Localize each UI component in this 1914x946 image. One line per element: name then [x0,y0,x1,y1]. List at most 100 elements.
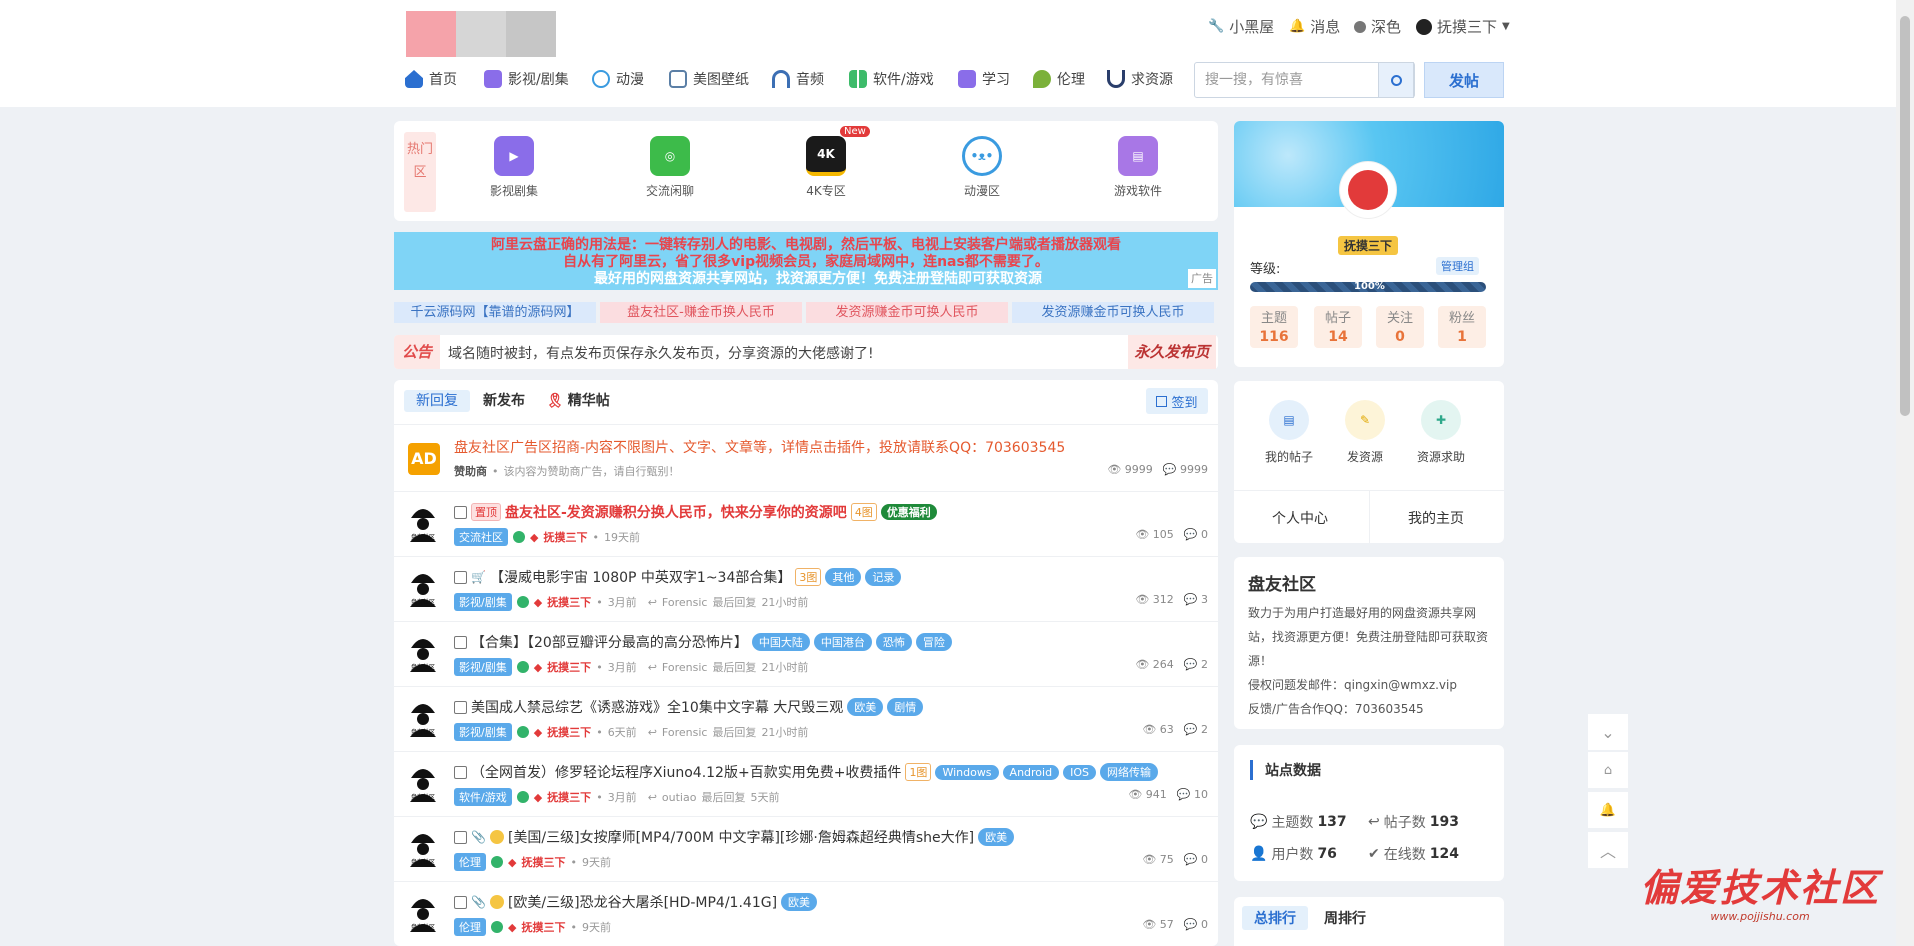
thread-tag[interactable]: 剧情 [887,698,924,716]
last-reply-user[interactable]: outiao [662,791,697,804]
hot-item-4k[interactable]: 4K New 4K专区 [776,126,876,199]
avatar[interactable]: 盘友社区 [408,634,438,672]
stat-fans[interactable]: 粉丝 1 [1438,306,1486,348]
chip-link-3[interactable]: 发资源赚金币可换人民币 [806,302,1008,323]
nav-software[interactable]: 软件/游戏 [849,69,934,89]
thread-title-line[interactable]: 【合集】【20部豆瓣评分最高的高分恐怖片】 中国大陆 中国港台 恐怖 冒险 [454,632,952,652]
scrollbar-track[interactable] [1896,0,1914,946]
tab-new-reply[interactable]: 新回复 [404,390,470,412]
thread-tag[interactable]: Android [1002,764,1060,780]
thread-title[interactable]: 【合集】【20部豆瓣评分最高的高分恐怖片】 [471,632,748,652]
thread-title[interactable]: [美国/三级]女按摩师[MP4/700M 中文字幕][珍娜·詹姆森超经典情she… [508,827,974,847]
hot-item-video[interactable]: ▶ 影视剧集 [464,136,564,199]
nav-home[interactable]: 首页 [405,69,457,89]
author-name[interactable]: 抚摸三下 [547,594,591,610]
topbar-user-menu[interactable]: 抚摸三下 ▼ [1416,16,1510,37]
avatar[interactable]: 盘友社区 [408,894,438,932]
quick-my-posts[interactable]: ▤ 我的帖子 [1256,400,1322,465]
topbar-dark-mode[interactable]: 深色 [1354,16,1401,37]
forever-link[interactable]: 永久发布页 [1128,335,1216,369]
user-center-link[interactable]: 个人中心 [1272,508,1328,528]
select-checkbox[interactable] [454,765,467,779]
thread-tag[interactable]: 记录 [865,568,902,586]
tab-new-post[interactable]: 新发布 [483,390,525,412]
table-row[interactable]: 盘友社区 📎 [欧美/三级]恐龙谷大屠杀[HD-MP4/1.41G] 欧美 伦理 ◆ 抚摸三… [394,881,1218,946]
author-name[interactable]: 抚摸三下 [543,529,587,545]
select-checkbox[interactable] [454,570,467,584]
ad-row[interactable]: AD 盘友社区广告区招商-内容不限图片、文字、文章等，详情点击插件，投放请联系Q… [394,424,1218,491]
thread-title-line[interactable]: 📎 [欧美/三级]恐龙谷大屠杀[HD-MP4/1.41G] 欧美 [454,892,818,912]
search-button[interactable] [1378,62,1414,98]
category-tag[interactable]: 软件/游戏 [454,788,512,806]
profile-avatar[interactable] [1340,162,1396,218]
float-home-button[interactable]: ⌂ [1588,752,1628,788]
thread-tag[interactable]: 欧美 [978,828,1015,846]
thread-title[interactable]: 盘友社区-发资源赚积分换人民币，快来分享你的资源吧 [505,502,847,522]
thread-tag[interactable]: 其他 [825,568,862,586]
hot-item-games[interactable]: ▤ 游戏软件 [1088,136,1188,199]
thread-tag[interactable]: 中国大陆 [751,633,810,651]
thread-title-line[interactable]: 📎 [美国/三级]女按摩师[MP4/700M 中文字幕][珍娜·詹姆森超经典情sh… [454,827,1015,847]
last-reply-user[interactable]: Forensic [662,596,708,609]
table-row[interactable]: 盘友社区 🛒 【漫威电影宇宙 1080P 中英双字1~34部合集】 3图 其他 记录 影视/… [394,556,1218,621]
special-tag[interactable]: 优惠福利 [880,504,937,520]
chip-link-4[interactable]: 发资源赚金币可换人民币 [1012,302,1214,323]
chip-link-2[interactable]: 盘友社区-赚金币换人民币 [600,302,802,323]
thread-tag[interactable]: IOS [1063,764,1096,780]
nav-audio[interactable]: 音频 [772,69,824,89]
table-row[interactable]: 盘友社区 📎 [美国/三级]女按摩师[MP4/700M 中文字幕][珍娜·詹姆森超经… [394,816,1218,881]
category-tag[interactable]: 影视/剧集 [454,593,512,611]
quick-request-help[interactable]: ✚ 资源求助 [1408,400,1474,465]
category-tag[interactable]: 影视/剧集 [454,723,512,741]
nav-anime[interactable]: 动漫 [592,69,644,89]
thread-title[interactable]: [欧美/三级]恐龙谷大屠杀[HD-MP4/1.41G] [508,892,777,912]
chip-link-1[interactable]: 千云源码网【靠谱的源码网】 [394,302,596,323]
select-checkbox[interactable] [454,700,467,714]
ad-banner[interactable]: 阿里云盘正确的用法是：一键转存别人的电影、电视剧，然后平板、电视上安装客户端或者… [394,232,1218,290]
stat-topics[interactable]: 主题 116 [1250,306,1298,348]
nav-wallpaper[interactable]: 美图壁纸 [669,69,749,89]
nav-study[interactable]: 学习 [958,69,1010,89]
select-checkbox[interactable] [454,505,467,519]
avatar[interactable]: 盘友社区 [408,829,438,867]
table-row[interactable]: 盘友社区 （全网首发）修罗轻论坛程序Xiuno4.12版+百款实用免费+收费插件 1… [394,751,1218,816]
last-reply-user[interactable]: Forensic [662,726,708,739]
category-tag[interactable]: 交流社区 [454,528,508,546]
my-homepage-link[interactable]: 我的主页 [1408,508,1464,528]
select-checkbox[interactable] [454,895,467,909]
quick-post-resource[interactable]: ✎ 发资源 [1332,400,1398,465]
avatar[interactable]: 盘友社区 [408,699,438,737]
thread-tag[interactable]: 欧美 [847,698,884,716]
table-row[interactable]: 盘友社区 置顶 盘友社区-发资源赚积分换人民币，快来分享你的资源吧 4图 优惠福利 交流社… [394,491,1218,556]
table-row[interactable]: 盘友社区 【合集】【20部豆瓣评分最高的高分恐怖片】 中国大陆 中国港台 恐怖 冒险 影视/… [394,621,1218,686]
scrollbar-thumb[interactable] [1900,16,1910,416]
category-tag[interactable]: 伦理 [454,853,486,871]
thread-title[interactable]: （全网首发）修罗轻论坛程序Xiuno4.12版+百款实用免费+收费插件 [471,762,901,782]
nav-video[interactable]: 影视/剧集 [484,69,569,89]
thread-tag[interactable]: 网络传输 [1099,763,1158,781]
author-name[interactable]: 抚摸三下 [547,659,591,675]
float-service-button[interactable]: 🔔 [1588,792,1628,828]
nav-request[interactable]: 求资源 [1107,69,1173,89]
thread-title-line[interactable]: 美国成人禁忌综艺《诱惑游戏》全10集中文字幕 大尺毁三观 欧美 剧情 [454,697,924,717]
tab-total-rank[interactable]: 总排行 [1242,906,1308,930]
avatar[interactable]: 盘友社区 [408,569,438,607]
thread-title-line[interactable]: 置顶 盘友社区-发资源赚积分换人民币，快来分享你的资源吧 4图 优惠福利 [454,502,937,522]
select-checkbox[interactable] [454,635,467,649]
table-row[interactable]: 盘友社区 美国成人禁忌综艺《诱惑游戏》全10集中文字幕 大尺毁三观 欧美 剧情 影视/剧… [394,686,1218,751]
thread-tag[interactable]: Windows [935,764,999,780]
thread-title-line[interactable]: （全网首发）修罗轻论坛程序Xiuno4.12版+百款实用免费+收费插件 1图 Win… [454,762,1158,782]
thread-tag[interactable]: 恐怖 [875,633,912,651]
author-name[interactable]: 抚摸三下 [547,724,591,740]
category-tag[interactable]: 影视/剧集 [454,658,512,676]
author-name[interactable]: 抚摸三下 [521,919,565,935]
stat-posts[interactable]: 帖子 14 [1314,306,1362,348]
tab-week-rank[interactable]: 周排行 [1324,908,1366,928]
thread-title-line[interactable]: 🛒 【漫威电影宇宙 1080P 中英双字1~34部合集】 3图 其他 记录 [454,567,902,587]
author-name[interactable]: 抚摸三下 [521,854,565,870]
hot-item-chat[interactable]: ◎ 交流闲聊 [620,136,720,199]
category-tag[interactable]: 伦理 [454,918,486,936]
topbar-blacklist[interactable]: 🔧 小黑屋 [1208,16,1274,37]
tab-featured[interactable]: 🎗 精华帖 [546,390,610,412]
thread-title[interactable]: 【漫威电影宇宙 1080P 中英双字1~34部合集】 [490,567,791,587]
